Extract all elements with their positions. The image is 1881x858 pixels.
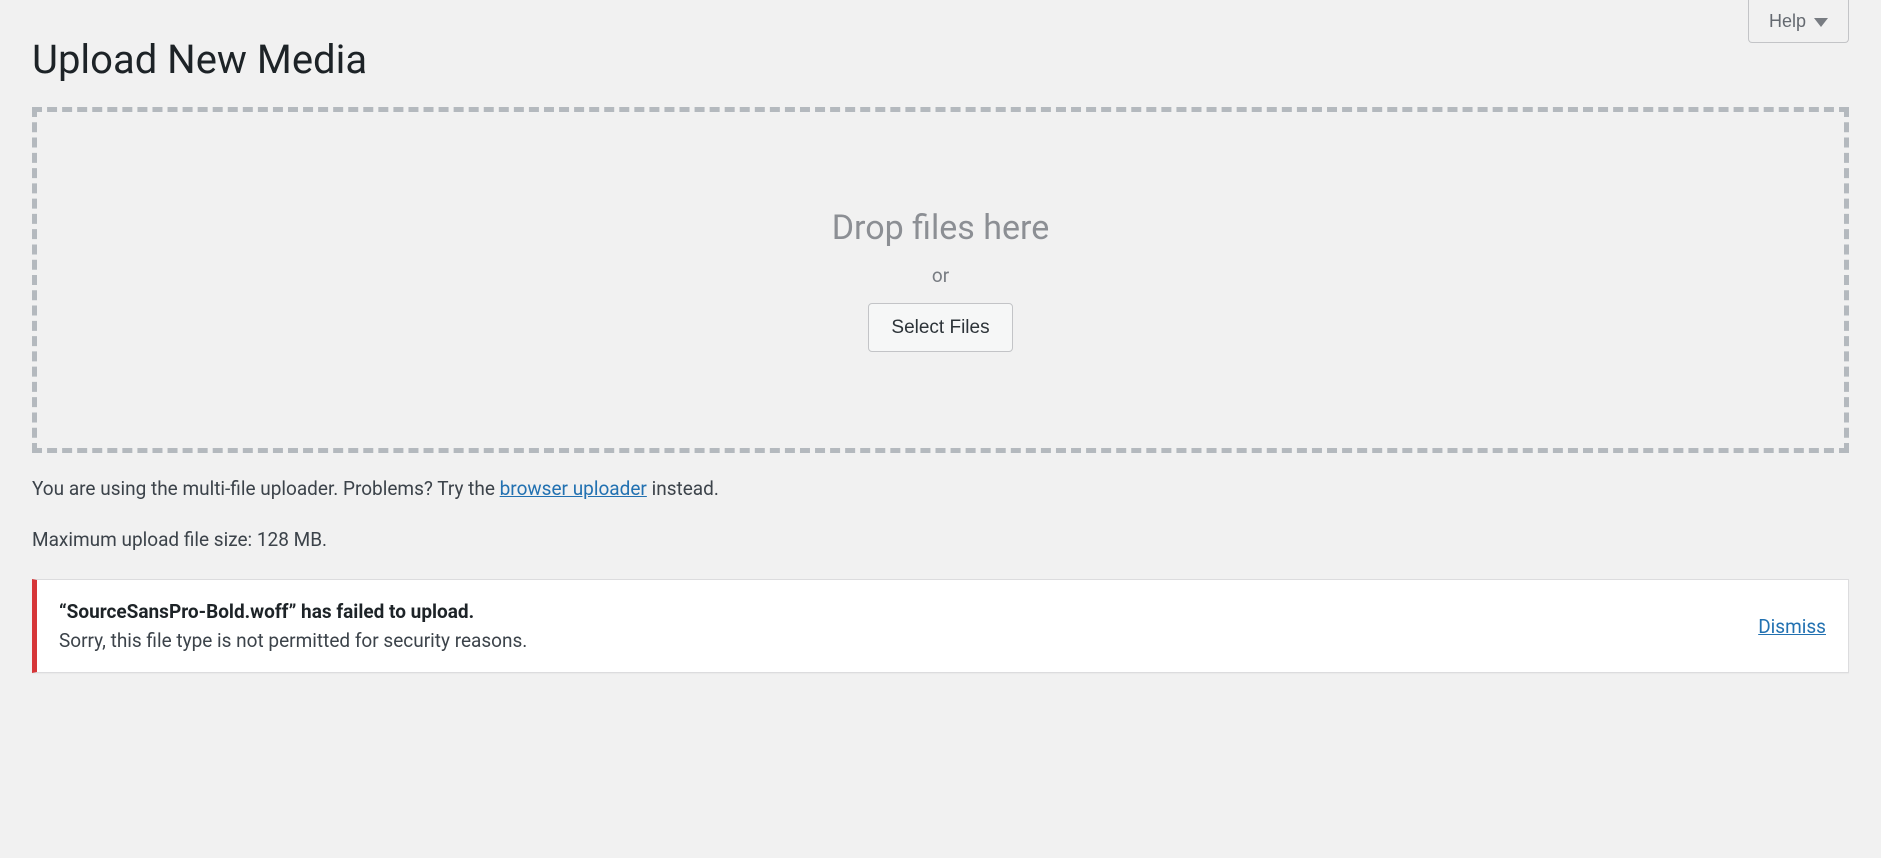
chevron-down-icon (1814, 18, 1828, 27)
drop-zone[interactable]: Drop files here or Select Files (32, 107, 1849, 453)
error-message: “SourceSansPro-Bold.woff” has failed to … (59, 600, 1734, 652)
error-headline: “SourceSansPro-Bold.woff” has failed to … (59, 600, 1734, 623)
help-tab[interactable]: Help (1748, 0, 1849, 43)
browser-uploader-link[interactable]: browser uploader (500, 477, 647, 500)
select-files-button[interactable]: Select Files (868, 303, 1012, 352)
drop-title: Drop files here (832, 208, 1050, 248)
page-title: Upload New Media (32, 0, 1849, 107)
error-body: Sorry, this file type is not permitted f… (59, 629, 1734, 652)
uploader-info: You are using the multi-file uploader. P… (32, 477, 1849, 500)
info-suffix: instead. (647, 477, 719, 500)
help-label: Help (1769, 12, 1806, 30)
error-headline-suffix: has failed to upload. (296, 600, 474, 623)
screen-meta-links: Help (1748, 0, 1849, 43)
error-notice: “SourceSansPro-Bold.woff” has failed to … (32, 579, 1849, 673)
page-wrap: Help Upload New Media Drop files here or… (0, 0, 1881, 705)
error-filename: “SourceSansPro-Bold.woff” (59, 600, 296, 623)
max-upload-size: Maximum upload file size: 128 MB. (32, 528, 1849, 551)
info-prefix: You are using the multi-file uploader. P… (32, 477, 500, 500)
dismiss-button[interactable]: Dismiss (1758, 615, 1826, 638)
drop-or-label: or (932, 264, 949, 287)
